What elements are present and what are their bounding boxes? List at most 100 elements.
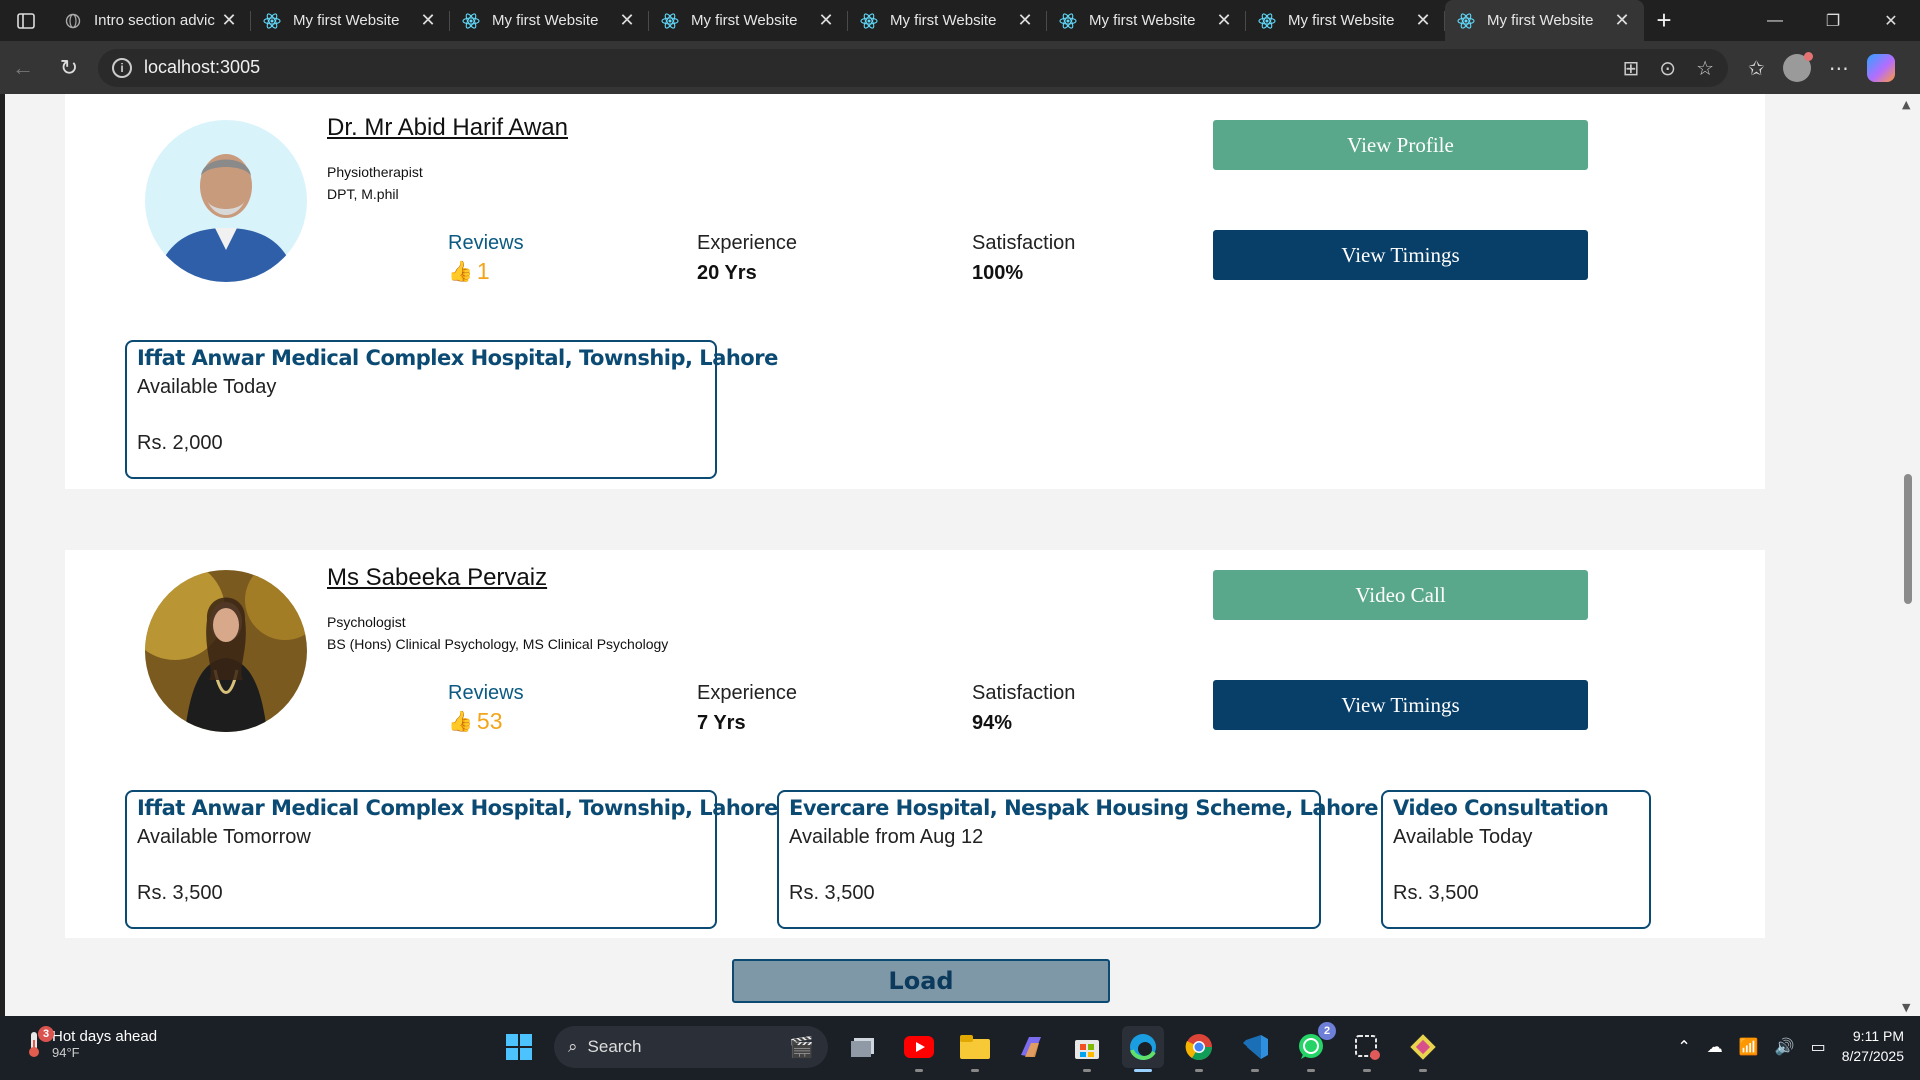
wifi-icon[interactable]: 📶 [1739, 1037, 1759, 1056]
location-fee: Rs. 3,500 [1393, 882, 1479, 904]
scroll-down-icon[interactable]: ▼ [1902, 1001, 1910, 1014]
tab-title: My first Website [293, 12, 400, 29]
sidebar-toggle-icon [17, 12, 35, 29]
location-name: Video Consultation [1393, 796, 1609, 820]
thermometer-icon: 3 [24, 1026, 54, 1058]
location-availability: Available Today [137, 376, 277, 398]
browser-tab[interactable]: My first Website ✕ [1246, 0, 1445, 41]
system-tray: ⌃ ☁ 📶 🔊 ▭ 9:11 PM 8/27/2025 [1677, 1026, 1904, 1066]
search-icon: ⌕ [568, 1037, 578, 1056]
favorites-icon[interactable]: ✩ [1748, 56, 1765, 80]
browser-tab-active[interactable]: My first Website ✕ [1445, 0, 1644, 41]
battery-icon[interactable]: ▭ [1811, 1037, 1826, 1056]
thumbs-up-icon: 👍 [448, 261, 473, 283]
close-tab-icon[interactable]: ✕ [816, 10, 836, 31]
more-menu-icon[interactable]: ⋯ [1829, 56, 1849, 80]
location-fee: Rs. 3,500 [137, 882, 223, 904]
doctor-photo [145, 570, 307, 732]
profile-avatar[interactable] [1782, 51, 1813, 82]
weather-badge: 3 [38, 1026, 54, 1042]
react-icon [462, 12, 480, 30]
clock-date: 8/27/2025 [1841, 1048, 1904, 1064]
location-name: Iffat Anwar Medical Complex Hospital, To… [137, 346, 778, 370]
browser-tab[interactable]: My first Website ✕ [251, 0, 450, 41]
location-card[interactable]: Video Consultation Available Today Rs. 3… [1381, 790, 1651, 929]
satisfaction-value: 100% [972, 262, 1024, 284]
satisfaction-label: Satisfaction [972, 682, 1076, 704]
close-tab-icon[interactable]: ✕ [1015, 10, 1035, 31]
scrollbar-thumb[interactable] [1904, 474, 1912, 604]
os-taskbar: 3 Hot days ahead 94°F ⌕ Search 🎬 2 ⌃ ☁ 📶… [0, 1016, 1920, 1080]
experience-value: 7 Yrs [697, 712, 746, 734]
location-card[interactable]: Iffat Anwar Medical Complex Hospital, To… [125, 790, 778, 929]
browser-tab[interactable]: Intro section advic ✕ [52, 0, 251, 41]
chrome-icon[interactable] [1178, 1026, 1220, 1072]
whatsapp-icon[interactable]: 2 [1290, 1022, 1336, 1072]
address-bar[interactable]: i localhost:3005 ⊞ ⊙ ☆ [98, 48, 1728, 87]
favorite-star-icon[interactable]: ☆ [1696, 56, 1714, 80]
close-tab-icon[interactable]: ✕ [219, 10, 239, 31]
browser-tab[interactable]: My first Website ✕ [848, 0, 1047, 41]
copilot-app-icon[interactable] [1010, 1026, 1052, 1068]
close-tab-icon[interactable]: ✕ [1612, 10, 1632, 31]
globe-icon [64, 12, 82, 30]
tab-actions-button[interactable] [0, 0, 52, 41]
video-call-button[interactable]: Video Call [1213, 570, 1588, 620]
volume-icon[interactable]: 🔊 [1775, 1037, 1795, 1056]
tab-title: My first Website [1487, 12, 1594, 29]
doctor-card: Ms Sabeeka Pervaiz Psychologist BS (Hons… [65, 550, 1765, 938]
app-available-icon[interactable]: ⊞ [1623, 56, 1640, 80]
copilot-icon[interactable] [1866, 53, 1895, 82]
load-more-button[interactable]: Load [732, 959, 1110, 1003]
site-info-icon[interactable]: i [112, 57, 132, 78]
file-explorer-icon[interactable] [954, 1026, 996, 1072]
browser-toolbar: ← ↻ i localhost:3005 ⊞ ⊙ ☆ ✩ ⋯ [0, 41, 1920, 94]
chevron-up-icon[interactable]: ⌃ [1677, 1037, 1690, 1056]
scroll-up-icon[interactable]: ▲ [1902, 98, 1910, 111]
browser-tab[interactable]: My first Website ✕ [1047, 0, 1246, 41]
windows-logo-icon [506, 1034, 532, 1060]
reload-button[interactable]: ↻ [46, 48, 92, 88]
more-tools-icon[interactable]: ⊙ [1659, 56, 1676, 80]
close-tab-icon[interactable]: ✕ [418, 10, 438, 31]
location-card[interactable]: Evercare Hospital, Nespak Housing Scheme… [777, 790, 1379, 929]
doctor-specialty: Physiotherapist [327, 164, 423, 180]
task-view-icon[interactable] [842, 1026, 884, 1068]
doctor-name-link[interactable]: Dr. Mr Abid Harif Awan [327, 114, 568, 142]
microsoft-store-icon[interactable] [1066, 1026, 1108, 1072]
clock[interactable]: 9:11 PM 8/27/2025 [1842, 1026, 1904, 1066]
minimize-icon[interactable]: — [1746, 0, 1804, 41]
weather-widget[interactable]: 3 Hot days ahead 94°F [24, 1026, 158, 1060]
back-button[interactable]: ← [0, 48, 46, 88]
page-scrollbar[interactable]: ▲ ▼ [1898, 94, 1920, 1016]
arrow-left-icon: ← [12, 54, 34, 80]
snipping-tool-icon[interactable] [1346, 1026, 1388, 1072]
close-tab-icon[interactable]: ✕ [617, 10, 637, 31]
view-timings-button[interactable]: View Timings [1213, 680, 1588, 730]
react-icon [860, 12, 878, 30]
vscode-icon[interactable] [1234, 1026, 1276, 1072]
experience-label: Experience [697, 232, 798, 254]
address-url[interactable]: localhost:3005 [144, 57, 1623, 78]
close-tab-icon[interactable]: ✕ [1413, 10, 1433, 31]
start-button[interactable] [498, 1026, 540, 1068]
youtube-icon[interactable] [898, 1026, 940, 1072]
close-window-icon[interactable]: ✕ [1862, 0, 1920, 41]
onedrive-icon[interactable]: ☁ [1707, 1037, 1723, 1056]
react-icon [1457, 12, 1475, 30]
doctor-name-link[interactable]: Ms Sabeeka Pervaiz [327, 564, 547, 592]
taskbar-search[interactable]: ⌕ Search 🎬 [554, 1026, 828, 1068]
new-tab-button[interactable]: + [1644, 0, 1684, 41]
git-client-icon[interactable] [1402, 1026, 1444, 1072]
tab-title: My first Website [890, 12, 997, 29]
restore-icon[interactable]: ❐ [1804, 0, 1862, 41]
location-card[interactable]: Iffat Anwar Medical Complex Hospital, To… [125, 340, 778, 479]
weather-title: Hot days ahead [52, 1028, 158, 1045]
view-profile-button[interactable]: View Profile [1213, 120, 1588, 170]
browser-tab[interactable]: My first Website ✕ [450, 0, 649, 41]
browser-tab[interactable]: My first Website ✕ [649, 0, 848, 41]
edge-browser-icon[interactable] [1122, 1026, 1164, 1072]
view-timings-button[interactable]: View Timings [1213, 230, 1588, 280]
doctor-specialty: Psychologist [327, 614, 406, 630]
close-tab-icon[interactable]: ✕ [1214, 10, 1234, 31]
